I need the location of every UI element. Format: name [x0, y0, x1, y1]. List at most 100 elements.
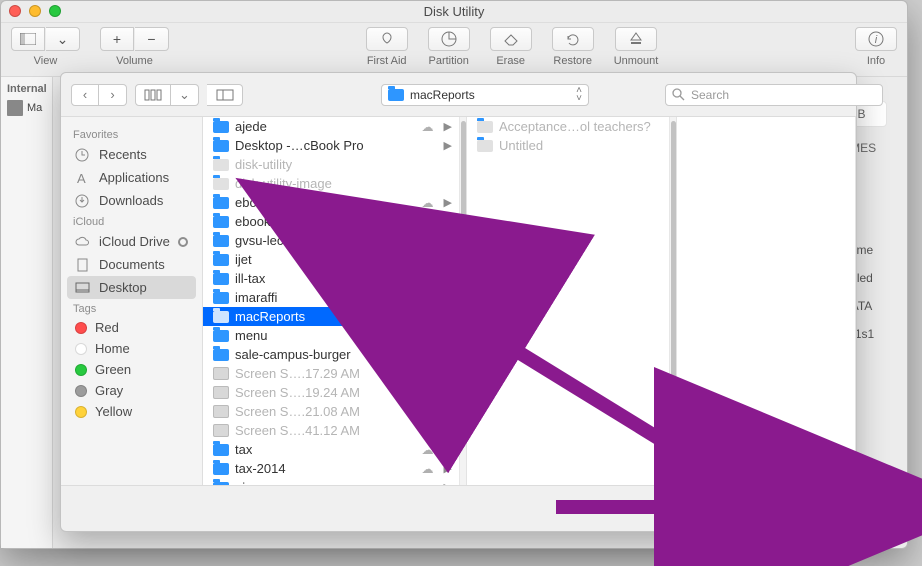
list-item[interactable]: disk-utility	[203, 155, 458, 174]
applications-icon: A	[75, 171, 91, 185]
list-item[interactable]: ebook☁▶	[203, 193, 458, 212]
toolbar-label-view: View	[34, 55, 58, 67]
list-item-label: Desktop -…cBook Pro	[235, 138, 364, 153]
chevron-right-icon: ▶	[440, 253, 452, 266]
list-item[interactable]: Desktop -…cBook Pro ▶	[203, 136, 458, 155]
toolbar-view-group: ⌄ View	[11, 27, 80, 67]
chevron-right-icon: ▶	[440, 481, 452, 485]
tag-item[interactable]: Green	[67, 359, 196, 380]
list-item[interactable]: Screen S….19.24 AM	[203, 383, 458, 402]
tag-item[interactable]: Gray	[67, 380, 196, 401]
list-item[interactable]: tax☁▶	[203, 440, 458, 459]
cloud-icon: ☁	[422, 348, 434, 362]
sidebar-item-desktop[interactable]: Desktop	[67, 276, 196, 299]
window-title: Disk Utility	[424, 4, 485, 19]
view-mode-menu[interactable]: ⌄	[171, 84, 199, 106]
search-placeholder: Search	[691, 88, 729, 102]
list-item[interactable]: gvsu-lecture☁▶	[203, 231, 458, 250]
device-row[interactable]: Ma	[3, 97, 50, 119]
nav-forward-button[interactable]: ›	[99, 84, 127, 106]
list-item-label: Screen S….19.24 AM	[235, 385, 360, 400]
list-item[interactable]: imaraffi☁▶	[203, 288, 458, 307]
list-item[interactable]: ijet ▶	[203, 250, 458, 269]
desktop-icon	[75, 281, 91, 295]
toolbar-volume-group: + − Volume	[100, 27, 169, 67]
scrollbar[interactable]	[669, 117, 676, 485]
list-item[interactable]: Screen S….21.08 AM	[203, 402, 458, 421]
add-volume-button[interactable]: +	[100, 27, 134, 51]
list-item[interactable]: uiuc ▶	[203, 478, 458, 485]
folder-icon	[213, 349, 229, 361]
sidebar-item-recents[interactable]: Recents	[67, 143, 196, 166]
tag-dot-icon	[75, 343, 87, 355]
sidebar-item-downloads[interactable]: Downloads	[67, 189, 196, 212]
remove-volume-button[interactable]: −	[135, 27, 169, 51]
erase-button[interactable]	[490, 27, 532, 51]
list-item[interactable]: Screen S….17.29 AM	[203, 364, 458, 383]
close-icon[interactable]	[9, 5, 21, 17]
chevron-right-icon: ▶	[440, 196, 452, 209]
view-mode-button[interactable]	[135, 84, 171, 106]
toolbar-label-volume: Volume	[116, 55, 153, 67]
svg-text:A: A	[77, 171, 86, 185]
partition-button[interactable]	[428, 27, 470, 51]
minimize-icon[interactable]	[29, 5, 41, 17]
sidebar-item-icloud-drive[interactable]: iCloud Drive	[67, 230, 196, 253]
search-field[interactable]: Search	[665, 84, 883, 106]
tag-dot-icon	[75, 385, 87, 397]
list-item[interactable]: Screen S….41.12 AM☁	[203, 421, 458, 440]
search-icon	[672, 88, 685, 101]
first-aid-button[interactable]	[366, 27, 408, 51]
list-item[interactable]: ebook2 ▶	[203, 212, 458, 231]
cloud-icon	[75, 235, 91, 249]
chevron-right-icon: ▶	[440, 272, 452, 285]
scrollbar-thumb[interactable]	[461, 121, 466, 371]
folder-icon	[213, 330, 229, 342]
group-button[interactable]	[207, 84, 243, 106]
path-popup[interactable]: macReports ˄˅	[381, 84, 589, 106]
tag-item[interactable]: Home	[67, 338, 196, 359]
disk-icon	[7, 100, 23, 116]
list-item-label: imaraffi	[235, 290, 277, 305]
view-menu-button[interactable]: ⌄	[46, 27, 80, 51]
folder-icon	[477, 121, 493, 133]
info-button[interactable]: i	[855, 27, 897, 51]
chevron-right-icon: ▶	[440, 310, 452, 323]
cloud-icon: ☁	[422, 329, 434, 343]
sidebar-item-label: Applications	[99, 170, 169, 185]
titlebar: Disk Utility	[1, 1, 907, 23]
open-panel-sidebar: Favorites Recents AApplications Download…	[61, 117, 203, 485]
chevron-updown-icon: ˄˅	[576, 87, 582, 103]
sidebar-item-label: iCloud Drive	[99, 234, 170, 249]
restore-button[interactable]	[552, 27, 594, 51]
zoom-icon[interactable]	[49, 5, 61, 17]
sidebar-item-applications[interactable]: A Applications	[67, 166, 196, 189]
list-item[interactable]: macReports ▶	[203, 307, 458, 326]
folder-icon	[213, 197, 229, 209]
list-item[interactable]: sale-campus-burger☁▶	[203, 345, 458, 364]
list-item[interactable]: Acceptance…ol teachers?	[467, 117, 668, 136]
list-item[interactable]: Untitled	[467, 136, 668, 155]
sidebar-item-documents[interactable]: Documents	[67, 253, 196, 276]
folder-icon	[213, 482, 229, 486]
list-item[interactable]: disk-utility-image	[203, 174, 458, 193]
list-item[interactable]: tax-2014☁▶	[203, 459, 458, 478]
scrollbar-thumb[interactable]	[671, 121, 676, 481]
document-icon	[75, 258, 91, 272]
chevron-right-icon: ▶	[440, 348, 452, 361]
folder-icon	[213, 235, 229, 247]
sidebar-toggle-button[interactable]	[11, 27, 45, 51]
tag-item[interactable]: Red	[67, 317, 196, 338]
tag-item[interactable]: Yellow	[67, 401, 196, 422]
list-item-label: Screen S….17.29 AM	[235, 366, 360, 381]
folder-icon	[213, 444, 229, 456]
folder-icon	[213, 254, 229, 266]
choose-button[interactable]: Choose	[759, 498, 842, 520]
scrollbar[interactable]	[459, 117, 466, 485]
unmount-button[interactable]	[615, 27, 657, 51]
nav-back-button[interactable]: ‹	[71, 84, 99, 106]
cancel-button[interactable]: Cancel	[671, 498, 749, 520]
list-item[interactable]: ajede☁▶	[203, 117, 458, 136]
list-item[interactable]: ill-tax ▶	[203, 269, 458, 288]
list-item[interactable]: menu☁▶	[203, 326, 458, 345]
